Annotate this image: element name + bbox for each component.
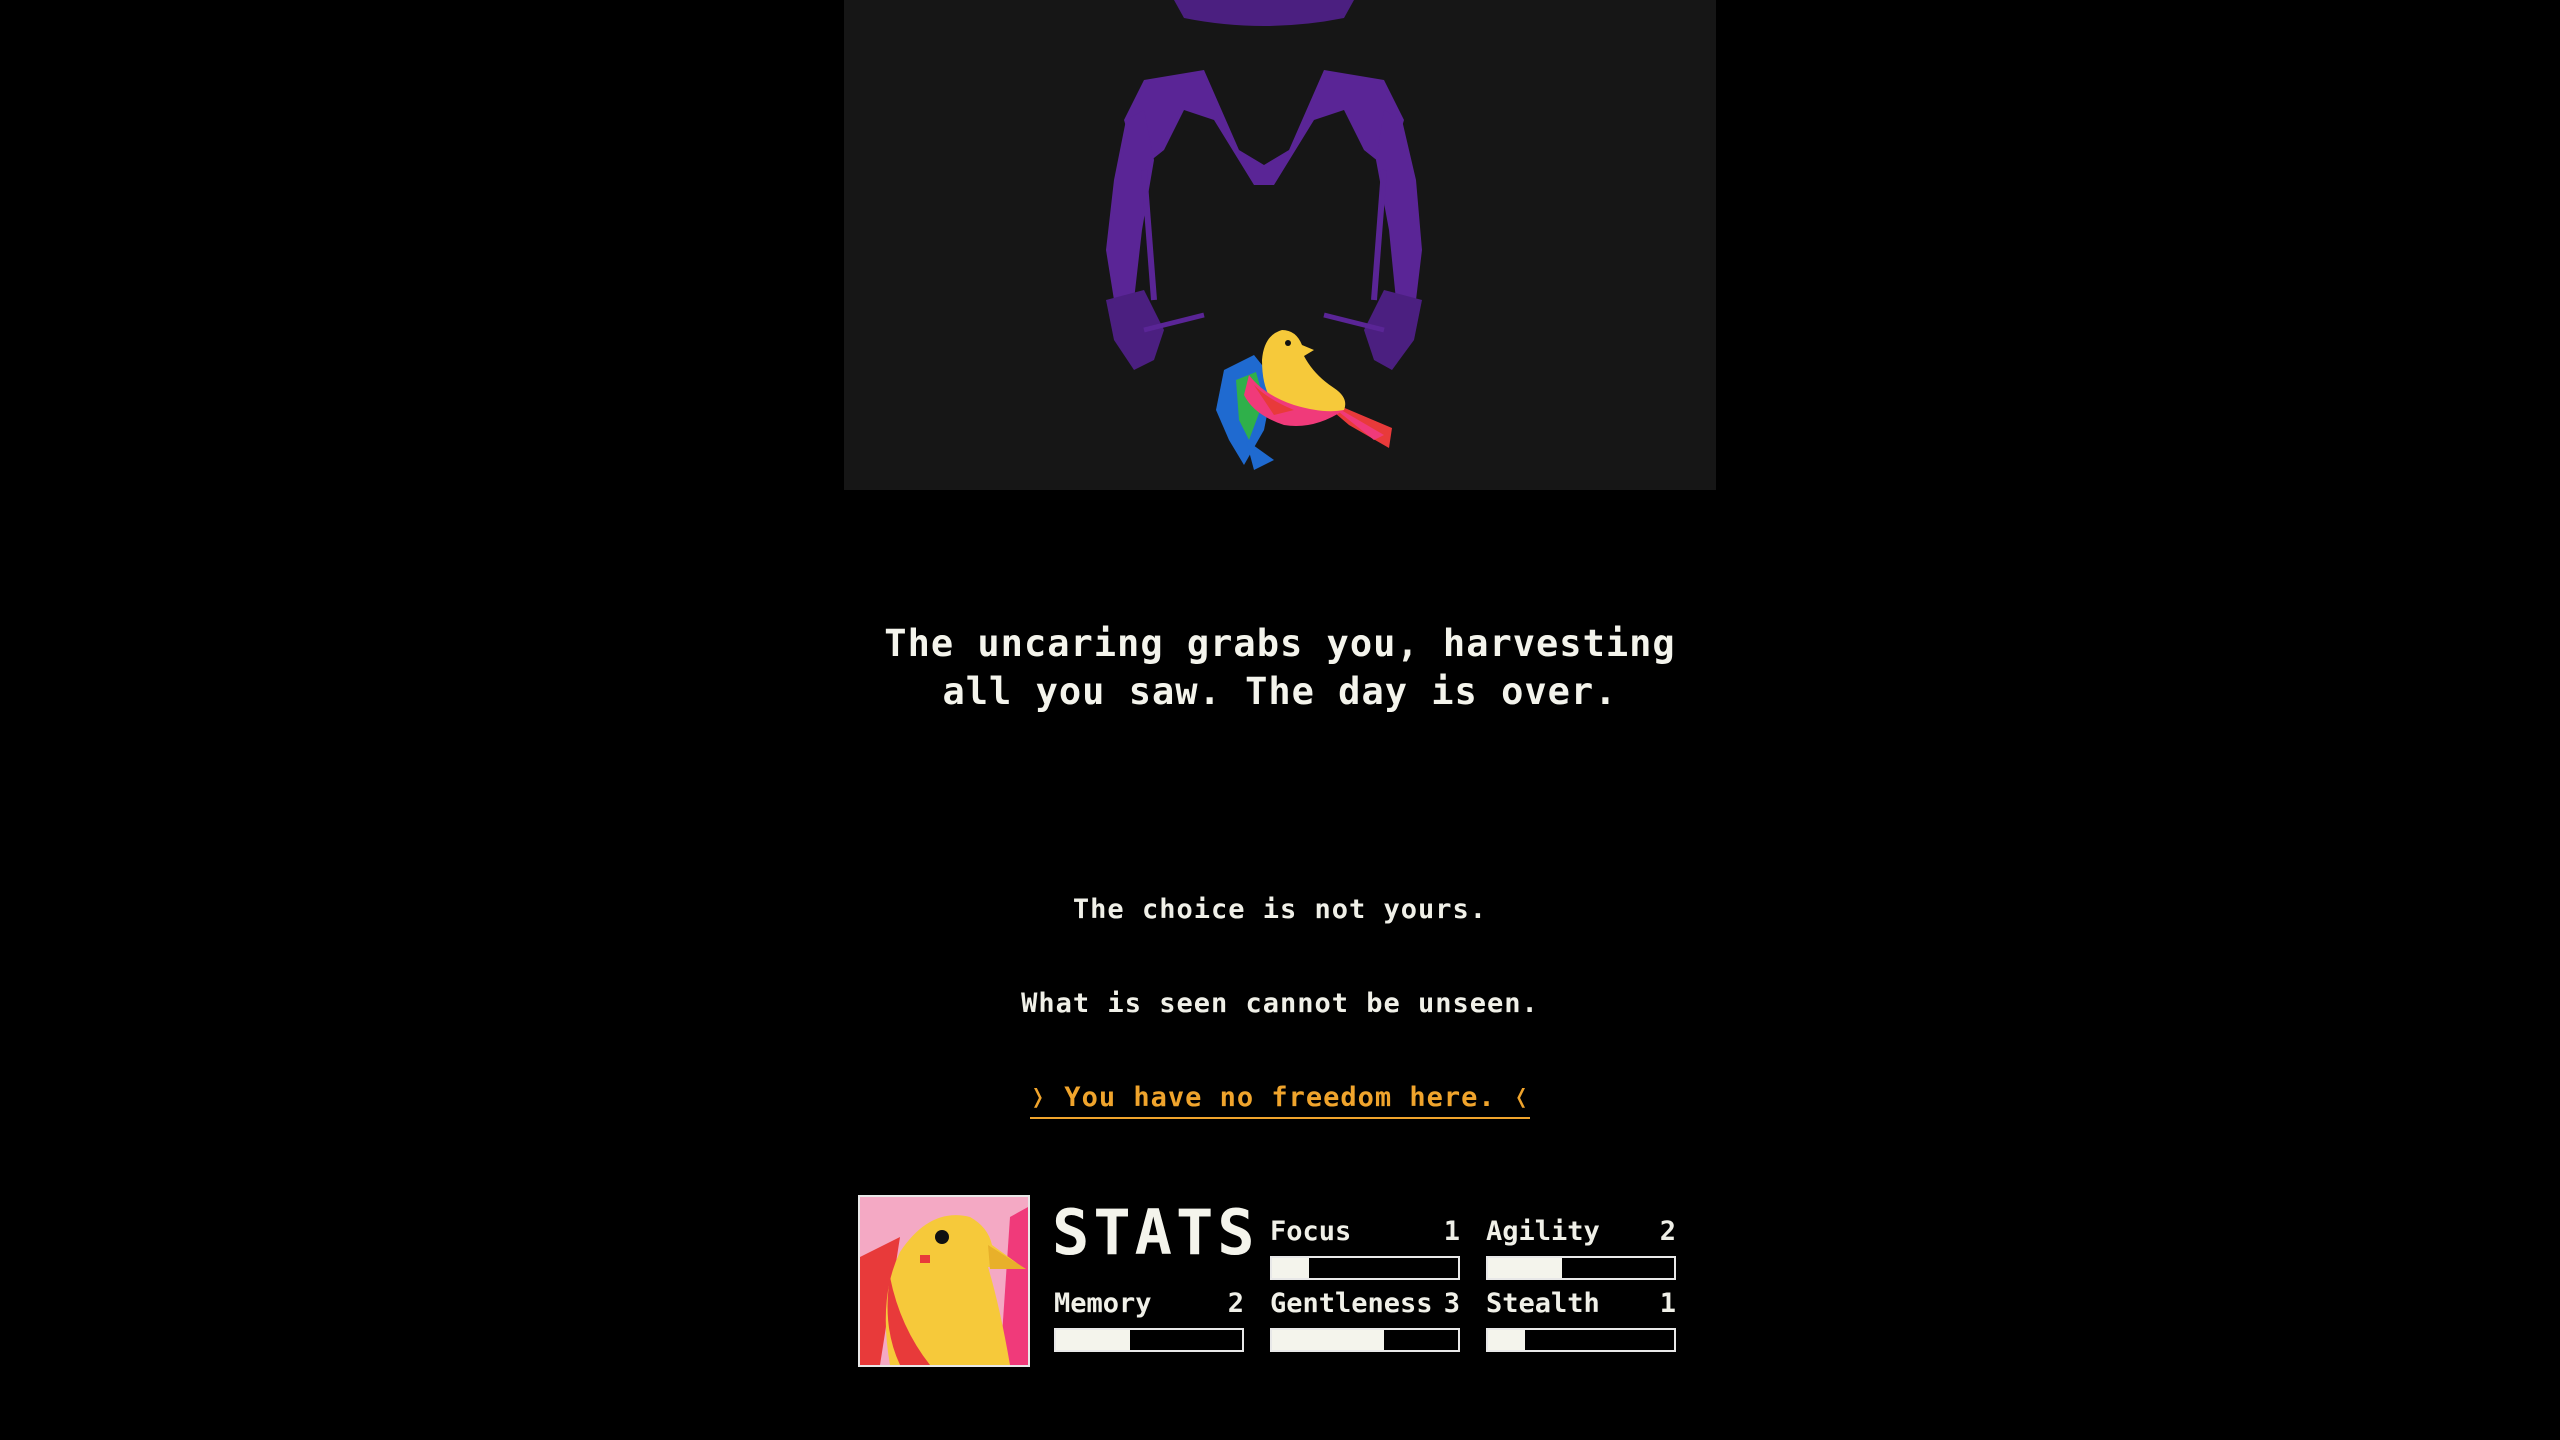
stat-bar <box>1486 1256 1676 1280</box>
stat-bar-fill <box>1488 1258 1563 1278</box>
stat-label: Memory <box>1054 1288 1152 1319</box>
stat-focus: Focus 1 <box>1270 1216 1460 1280</box>
continue-choice-link[interactable]: ❭ You have no freedom here. ❬ <box>1029 1081 1531 1119</box>
stat-bar <box>1054 1328 1244 1352</box>
stat-agility: Agility 2 <box>1486 1216 1676 1280</box>
seen-note: What is seen cannot be unseen. <box>1021 988 1539 1019</box>
stat-bar <box>1270 1256 1460 1280</box>
stat-memory: Memory 2 <box>1054 1288 1244 1352</box>
narrative-text: The uncaring grabs you, harvesting all y… <box>884 622 1676 713</box>
canary-portrait <box>858 1195 1030 1367</box>
stat-gentleness: Gentleness 3 <box>1270 1288 1460 1352</box>
stat-bar-fill <box>1488 1330 1526 1350</box>
stats-title: STATS <box>1052 1196 1259 1269</box>
stat-value: 2 <box>1227 1288 1244 1319</box>
stat-stealth: Stealth 1 <box>1486 1288 1676 1352</box>
stat-label: Stealth <box>1486 1288 1600 1319</box>
choice-link-container: ❭ You have no freedom here. ❬ <box>0 1081 2560 1119</box>
stat-bar-fill <box>1056 1330 1131 1350</box>
stat-label: Focus <box>1270 1216 1352 1247</box>
stat-value: 3 <box>1443 1288 1460 1319</box>
stat-label: Agility <box>1486 1216 1600 1247</box>
stat-value: 2 <box>1659 1216 1676 1247</box>
stat-value: 1 <box>1443 1216 1460 1247</box>
stat-bar <box>1270 1328 1460 1352</box>
stat-bar-fill <box>1272 1258 1310 1278</box>
story-illustration <box>844 0 1716 490</box>
stat-label: Gentleness <box>1270 1288 1433 1319</box>
stat-bar <box>1486 1328 1676 1352</box>
stat-bar-fill <box>1272 1330 1384 1350</box>
choice-note: The choice is not yours. <box>1072 894 1488 925</box>
stat-value: 1 <box>1659 1288 1676 1319</box>
